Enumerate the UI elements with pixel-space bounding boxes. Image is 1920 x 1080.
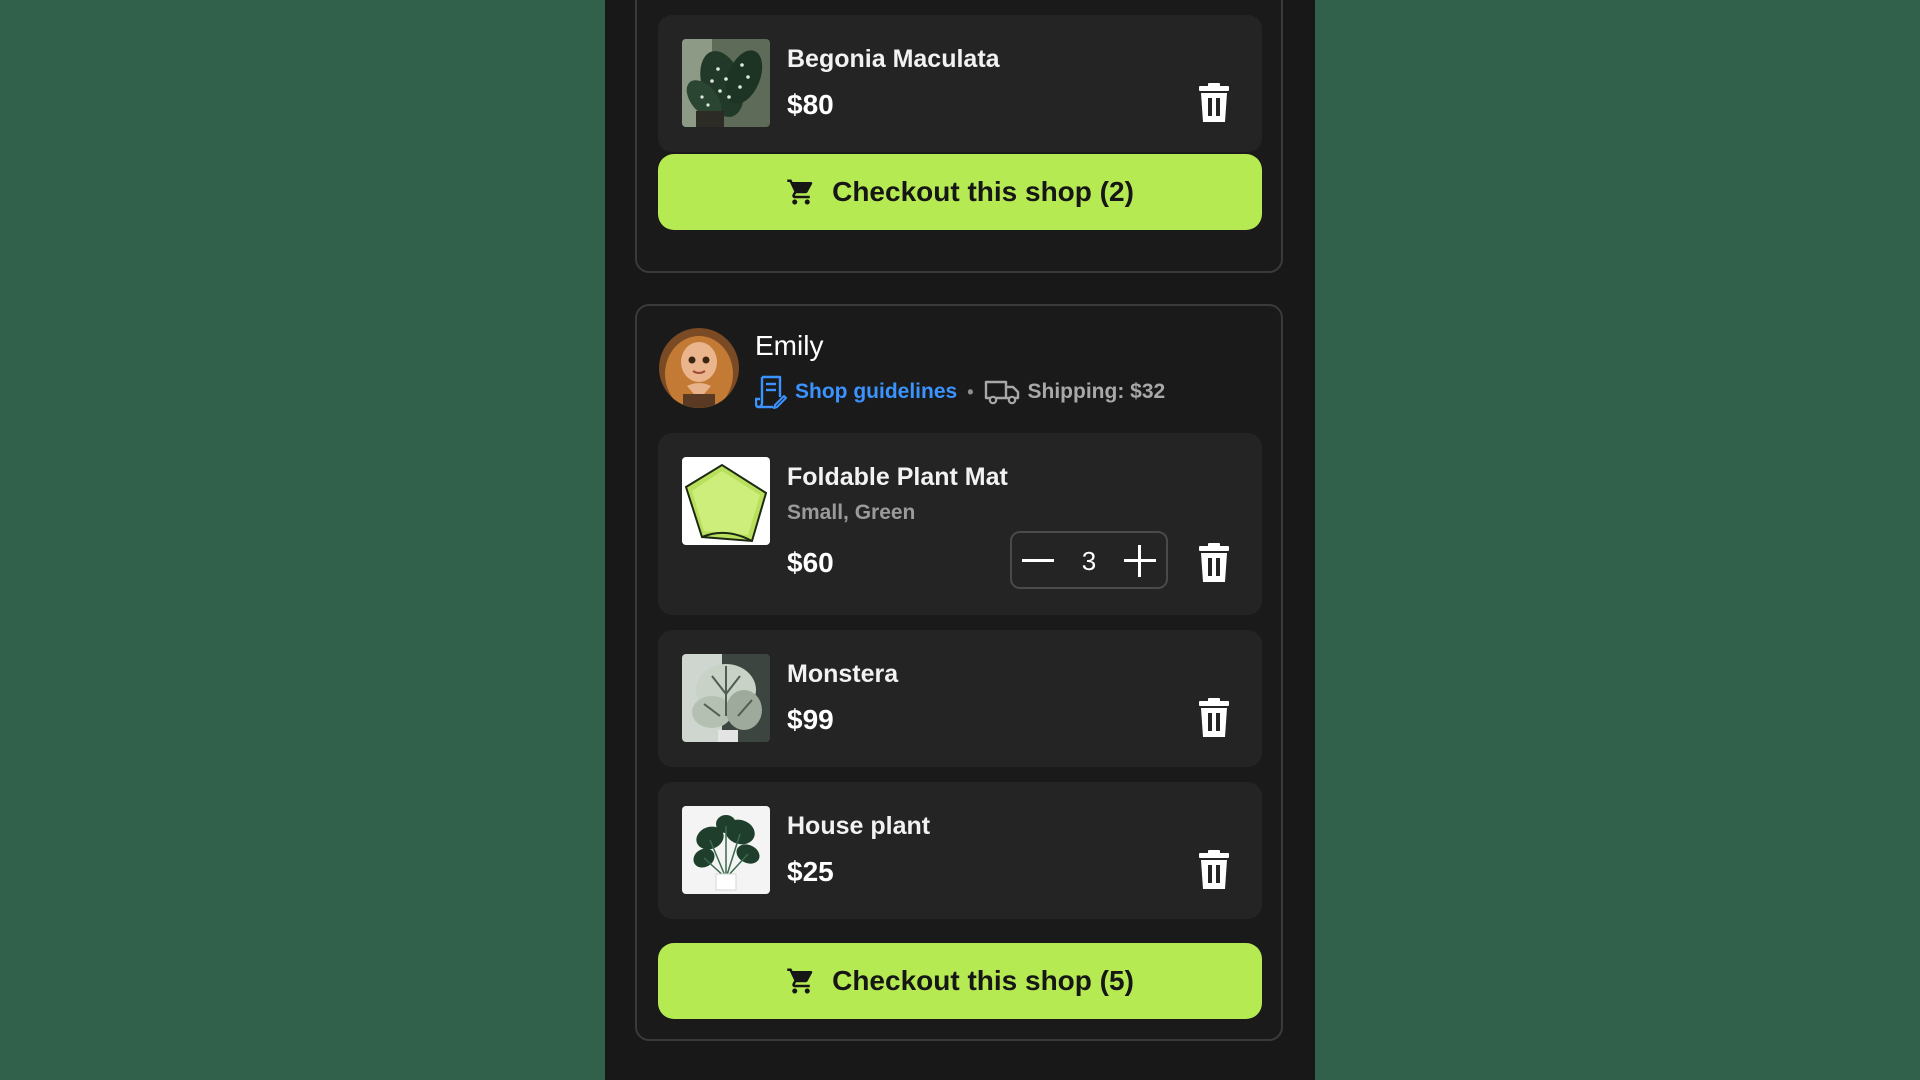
- cart-screen: Begonia Maculata $80 Checkout this shop …: [605, 0, 1315, 1080]
- cart-item[interactable]: Foldable Plant Mat Small, Green $60 3: [658, 433, 1262, 615]
- shop-guidelines-link[interactable]: Shop guidelines: [795, 380, 957, 404]
- item-name: Begonia Maculata: [787, 45, 1000, 73]
- shipping-cost: Shipping: $32: [1027, 380, 1166, 403]
- monstera-thumbnail: [682, 654, 770, 742]
- guidelines-icon: [755, 375, 787, 409]
- trash-icon[interactable]: [1196, 543, 1232, 583]
- begonia-thumbnail: [682, 39, 770, 127]
- item-name: Monstera: [787, 660, 899, 688]
- shop-card: Begonia Maculata $80 Checkout this shop …: [635, 0, 1283, 273]
- item-price: $60: [787, 547, 834, 578]
- quantity-stepper: 3: [1010, 531, 1168, 589]
- trash-icon[interactable]: [1196, 698, 1232, 738]
- item-price: $25: [787, 856, 834, 887]
- item-price: $99: [787, 704, 834, 735]
- item-name: Foldable Plant Mat: [787, 463, 1008, 491]
- checkout-label: Checkout this shop (2): [832, 176, 1134, 207]
- cart-item[interactable]: Monstera $99: [658, 630, 1262, 767]
- cart-icon: [787, 179, 813, 205]
- seller-name: Emily: [755, 330, 824, 361]
- checkout-shop-button[interactable]: Checkout this shop (2): [658, 154, 1262, 230]
- item-price: $80: [787, 89, 834, 120]
- quantity-value[interactable]: 3: [1064, 546, 1114, 577]
- plus-icon[interactable]: [1122, 543, 1158, 579]
- avatar[interactable]: [659, 328, 739, 408]
- minus-icon[interactable]: [1020, 543, 1056, 579]
- checkout-shop-button[interactable]: Checkout this shop (5): [658, 943, 1262, 1019]
- item-variant: Small, Green: [787, 501, 916, 524]
- item-name: House plant: [787, 812, 931, 840]
- checkout-label: Checkout this shop (5): [832, 965, 1134, 996]
- trash-icon[interactable]: [1196, 850, 1232, 890]
- cart-icon: [787, 968, 813, 994]
- cart-item[interactable]: House plant $25: [658, 782, 1262, 919]
- shop-meta: Shop guidelines • Shipping: $32: [755, 374, 1165, 410]
- truck-icon: [984, 380, 1019, 405]
- trash-icon[interactable]: [1196, 83, 1232, 123]
- house-plant-thumbnail: [682, 806, 770, 894]
- separator-dot: •: [967, 381, 974, 402]
- cart-item[interactable]: Begonia Maculata $80: [658, 15, 1262, 152]
- plant-mat-thumbnail: [682, 457, 770, 545]
- shop-card: Emily Shop guidelines • Shipping: $32 Fo…: [635, 304, 1283, 1041]
